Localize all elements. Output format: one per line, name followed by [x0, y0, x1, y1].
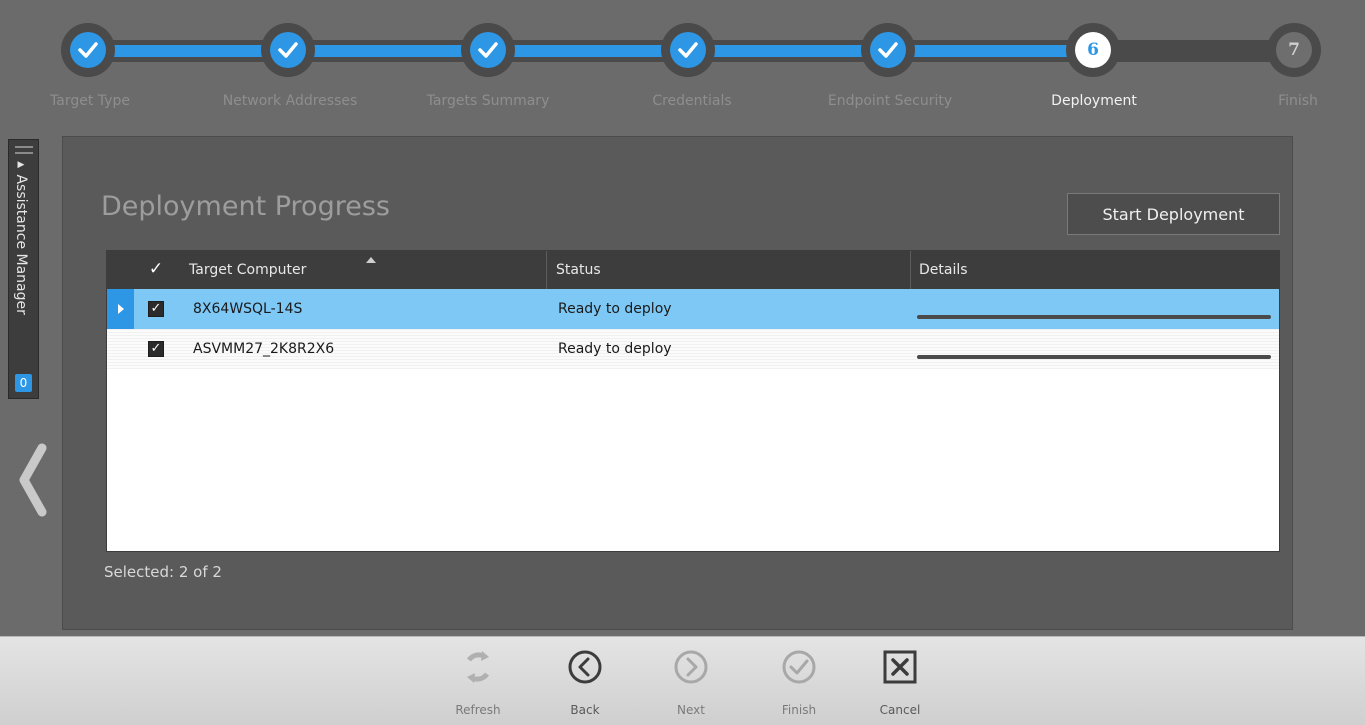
step-5-endpoint-security[interactable] — [861, 23, 915, 77]
assistance-manager-tab[interactable]: ▶ Assistance Manager 0 — [8, 139, 39, 399]
row-checkbox[interactable]: ✓ — [148, 301, 164, 317]
row-checkbox[interactable]: ✓ — [148, 341, 164, 357]
deployment-progress-bar — [917, 355, 1271, 359]
finish-label: Finish — [781, 703, 817, 717]
chevron-left-icon[interactable] — [12, 440, 52, 520]
next-button[interactable]: Next — [656, 637, 726, 725]
refresh-label: Refresh — [455, 703, 501, 717]
next-arrow-icon — [674, 650, 708, 684]
cancel-button[interactable]: Cancel — [865, 637, 935, 725]
wizard-stepper: 6 7 Target Type Network Addresses Target… — [0, 0, 1365, 130]
select-all-checkbox[interactable]: ✓ — [148, 261, 164, 278]
target-computer-cell: ASVMM27_2K8R2X6 — [193, 341, 335, 357]
assistance-count-badge: 0 — [15, 374, 32, 392]
check-icon — [678, 42, 698, 58]
step-7-finish[interactable]: 7 — [1267, 23, 1321, 77]
deployment-panel: Deployment Progress Start Deployment ✓ T… — [62, 136, 1293, 630]
step-number: 6 — [1075, 32, 1111, 68]
selected-count: Selected: 2 of 2 — [104, 563, 222, 581]
step-label-finish: Finish — [1278, 93, 1318, 109]
finish-button[interactable]: Finish — [764, 637, 834, 725]
step-label-deployment: Deployment — [1051, 93, 1137, 109]
expand-arrow-icon: ▶ — [16, 160, 26, 170]
row-indicator — [107, 329, 134, 369]
back-arrow-icon — [568, 650, 602, 684]
column-header-details[interactable]: Details — [919, 251, 968, 289]
next-label: Next — [677, 703, 705, 717]
refresh-icon — [466, 651, 490, 683]
status-cell: Ready to deploy — [558, 301, 672, 317]
column-divider[interactable] — [910, 251, 911, 289]
bottom-toolbar: Refresh Back Next Finish Cancel — [0, 636, 1365, 725]
step-label-targets-summary: Targets Summary — [426, 93, 550, 109]
check-icon — [478, 42, 498, 58]
page-title: Deployment Progress — [101, 191, 390, 222]
step-2-network-addresses[interactable] — [261, 23, 315, 77]
table-row[interactable]: ✓ 8X64WSQL-14S Ready to deploy — [107, 289, 1279, 329]
column-header-target-computer[interactable]: Target Computer — [189, 251, 306, 289]
step-label-endpoint-security: Endpoint Security — [827, 93, 953, 109]
finish-check-icon — [782, 650, 816, 684]
check-icon — [78, 42, 98, 58]
column-divider[interactable] — [546, 251, 547, 289]
back-label: Back — [570, 703, 600, 717]
step-label-network-addresses: Network Addresses — [222, 93, 358, 109]
current-row-icon — [118, 304, 124, 314]
back-button[interactable]: Back — [550, 637, 620, 725]
close-icon — [883, 650, 917, 684]
targets-grid: ✓ Target Computer Status Details ✓ 8X64W… — [106, 250, 1280, 552]
stepper-progress — [88, 45, 1093, 57]
assistance-manager-label: ▶ Assistance Manager — [13, 160, 29, 315]
grid-header: ✓ Target Computer Status Details — [107, 251, 1279, 289]
column-header-status[interactable]: Status — [556, 251, 601, 289]
step-4-credentials[interactable] — [661, 23, 715, 77]
step-number: 7 — [1276, 32, 1312, 68]
status-cell: Ready to deploy — [558, 341, 672, 357]
refresh-button[interactable]: Refresh — [443, 637, 513, 725]
deployment-progress-bar — [917, 315, 1271, 319]
check-icon — [878, 42, 898, 58]
row-indicator — [107, 289, 134, 329]
step-label-credentials: Credentials — [652, 93, 732, 109]
sort-ascending-icon — [366, 257, 376, 263]
step-6-deployment[interactable]: 6 — [1066, 23, 1120, 77]
start-deployment-button[interactable]: Start Deployment — [1067, 193, 1280, 235]
target-computer-cell: 8X64WSQL-14S — [193, 301, 303, 317]
step-1-target-type[interactable] — [61, 23, 115, 77]
check-icon — [278, 42, 298, 58]
table-row[interactable]: ✓ ASVMM27_2K8R2X6 Ready to deploy — [107, 329, 1279, 369]
step-label-target-type: Target Type — [50, 93, 130, 109]
step-3-targets-summary[interactable] — [461, 23, 515, 77]
grip-icon — [15, 146, 33, 154]
cancel-label: Cancel — [879, 703, 921, 717]
